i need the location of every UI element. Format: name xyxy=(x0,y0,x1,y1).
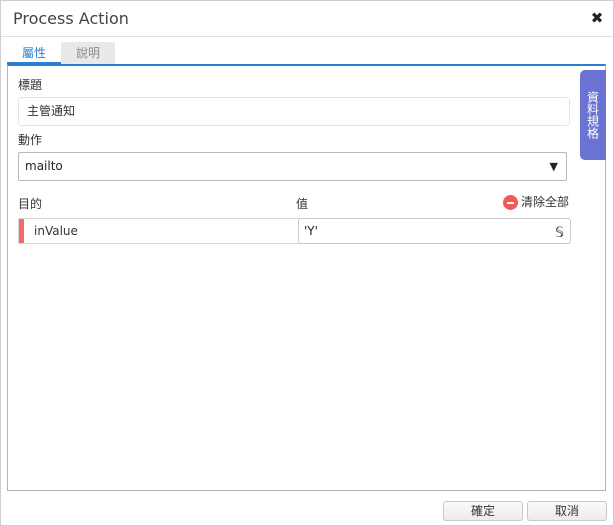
ok-button[interactable]: 確定 xyxy=(443,501,523,521)
mapping-value-input[interactable]: 'Y' 𝕊 xyxy=(298,218,571,244)
mapping-row: inValue 'Y' 𝕊 xyxy=(18,218,571,244)
tab-attributes[interactable]: 屬性 xyxy=(7,42,61,64)
dialog-title: Process Action xyxy=(13,9,129,28)
cancel-button[interactable]: 取消 xyxy=(527,501,607,521)
action-label: 動作 xyxy=(18,133,43,147)
value-column-label: 值 xyxy=(296,197,309,211)
title-label: 標題 xyxy=(18,78,43,92)
side-tab-label: 資料規格 xyxy=(585,91,600,139)
target-column-label: 目的 xyxy=(18,197,43,211)
title-bar: Process Action ✖ xyxy=(1,1,613,37)
row-marker xyxy=(19,219,24,243)
action-selected-value: mailto xyxy=(25,159,63,173)
tab-description[interactable]: 說明 xyxy=(61,42,115,64)
mapping-value: 'Y' xyxy=(304,224,318,238)
title-field[interactable]: 主管通知 xyxy=(18,97,570,126)
clear-all-label: 清除全部 xyxy=(521,195,570,209)
tab-bar: 屬性 說明 xyxy=(7,42,607,64)
process-action-dialog: Process Action ✖ 屬性 說明 標題 主管通知 動作 mailto… xyxy=(0,0,614,526)
script-icon[interactable]: 𝕊 xyxy=(555,221,564,245)
close-icon[interactable]: ✖ xyxy=(589,9,605,27)
minus-circle-icon xyxy=(503,195,518,210)
action-select[interactable]: mailto ▼ xyxy=(18,152,567,181)
chevron-down-icon: ▼ xyxy=(549,160,558,173)
data-spec-side-tab[interactable]: 資料規格 xyxy=(580,70,606,160)
mapping-target: inValue xyxy=(34,224,78,238)
clear-all-button[interactable]: 清除全部 xyxy=(503,193,570,210)
attributes-panel: 標題 主管通知 動作 mailto ▼ 目的 值 清除全部 inValue 'Y… xyxy=(7,64,606,491)
